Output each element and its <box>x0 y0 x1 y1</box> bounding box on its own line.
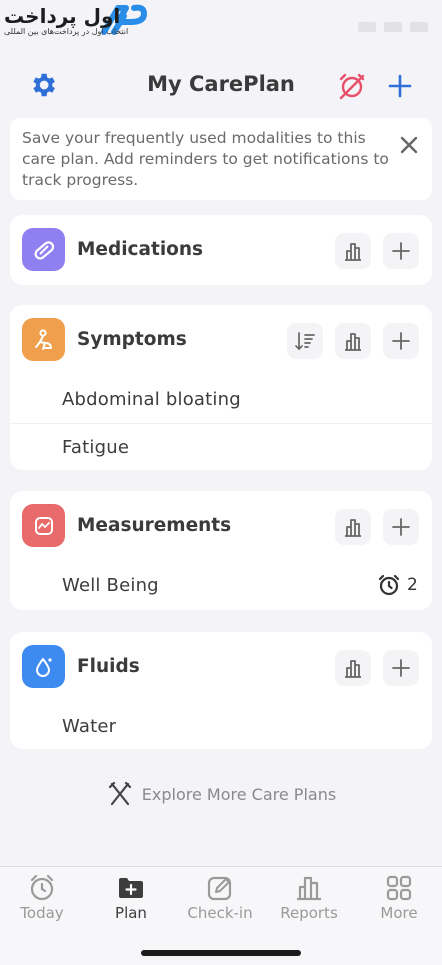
item-label: Water <box>62 715 117 737</box>
item-label: Well Being <box>62 574 159 596</box>
card-header: Symptoms <box>10 305 432 375</box>
watermark-text: اول پرداخت <box>4 4 121 28</box>
report-button[interactable] <box>335 233 371 269</box>
tab-plan[interactable]: Plan <box>87 873 175 922</box>
info-banner: Save your frequently used modalities to … <box>10 118 432 200</box>
folder-plus-icon <box>119 878 143 898</box>
plus-icon <box>392 332 410 350</box>
gauge-icon <box>22 504 65 547</box>
plus-icon <box>392 242 410 260</box>
card-header: Medications <box>10 215 432 285</box>
list-item[interactable]: Fatigue <box>10 423 432 471</box>
explore-icon <box>108 781 131 806</box>
wifi-icon <box>384 22 402 32</box>
clock-icon <box>30 874 54 901</box>
add-medication-button[interactable] <box>383 233 419 269</box>
sort-icon <box>295 332 315 351</box>
report-button[interactable] <box>335 650 371 686</box>
card-medications: Medications <box>10 215 432 285</box>
plus-icon <box>392 659 410 677</box>
category-title: Symptoms <box>77 329 187 350</box>
card-header: Fluids <box>10 632 432 702</box>
plus-icon <box>388 74 412 98</box>
category-title: Measurements <box>77 515 232 536</box>
list-item[interactable]: Water <box>10 702 432 750</box>
watermark-subtitle: انتخاب اول در پرداخت‌های بین المللی <box>4 27 129 36</box>
tab-label: Reports <box>280 904 338 922</box>
close-banner-button[interactable] <box>396 132 422 158</box>
tab-label: Plan <box>115 904 147 922</box>
battery-icon <box>410 22 428 32</box>
bar-chart-icon <box>345 243 361 261</box>
signal-icon <box>358 22 376 32</box>
reminder-count: 2 <box>406 575 418 595</box>
tab-label: Today <box>20 904 64 922</box>
explore-label: Explore More Care Plans <box>141 784 337 804</box>
tab-reports[interactable]: Reports <box>265 873 353 922</box>
category-title: Medications <box>77 239 204 260</box>
page-title: My CarePlan <box>147 72 295 96</box>
add-fluid-button[interactable] <box>383 650 419 686</box>
plus-icon <box>392 518 410 536</box>
banner-text: Save your frequently used modalities to … <box>22 129 389 189</box>
notifications-off-button[interactable] <box>336 70 368 102</box>
add-symptom-button[interactable] <box>383 323 419 359</box>
drop-icon <box>22 645 65 688</box>
category-title: Fluids <box>77 656 140 677</box>
card-measurements: Measurements Well Being 2 <box>10 491 432 610</box>
status-bar: اول پرداخت انتخاب اول در پرداخت‌های بین … <box>0 0 442 44</box>
card-header: Measurements <box>10 491 432 561</box>
bar-chart-icon <box>345 660 361 678</box>
card-fluids: Fluids Water <box>10 632 432 749</box>
tab-check-in[interactable]: Check-in <box>176 873 264 922</box>
grid-icon <box>386 875 412 901</box>
tab-label: Check-in <box>187 904 253 922</box>
alarm-clock-icon <box>378 574 400 596</box>
explore-more-link[interactable]: Explore More Care Plans <box>0 780 442 808</box>
close-icon <box>400 136 418 154</box>
top-nav: My CarePlan <box>0 60 442 112</box>
add-measurement-button[interactable] <box>383 509 419 545</box>
tab-today[interactable]: Today <box>0 873 86 922</box>
card-symptoms: Symptoms Abdominal bloating Fatigue <box>10 305 432 470</box>
bar-chart-icon <box>345 519 361 537</box>
watermark: اول پرداخت انتخاب اول در پرداخت‌های بین … <box>0 0 160 40</box>
tab-label: More <box>380 904 418 922</box>
sort-button[interactable] <box>287 323 323 359</box>
body-icon <box>22 318 65 361</box>
bar-chart-icon <box>297 876 321 901</box>
tab-more[interactable]: More <box>355 873 442 922</box>
list-item[interactable]: Abdominal bloating <box>10 375 432 423</box>
reminder-badge[interactable]: 2 <box>377 573 418 597</box>
add-button[interactable] <box>384 70 416 102</box>
home-indicator[interactable] <box>141 950 301 956</box>
bar-chart-icon <box>345 333 361 351</box>
report-button[interactable] <box>335 323 371 359</box>
notifications-off-icon <box>339 73 365 100</box>
item-label: Fatigue <box>62 437 130 458</box>
list-item[interactable]: Well Being 2 <box>10 561 432 609</box>
pill-icon <box>22 228 65 271</box>
edit-icon <box>207 876 232 901</box>
item-label: Abdominal bloating <box>62 388 241 410</box>
report-button[interactable] <box>335 509 371 545</box>
system-status-icons <box>358 22 428 32</box>
